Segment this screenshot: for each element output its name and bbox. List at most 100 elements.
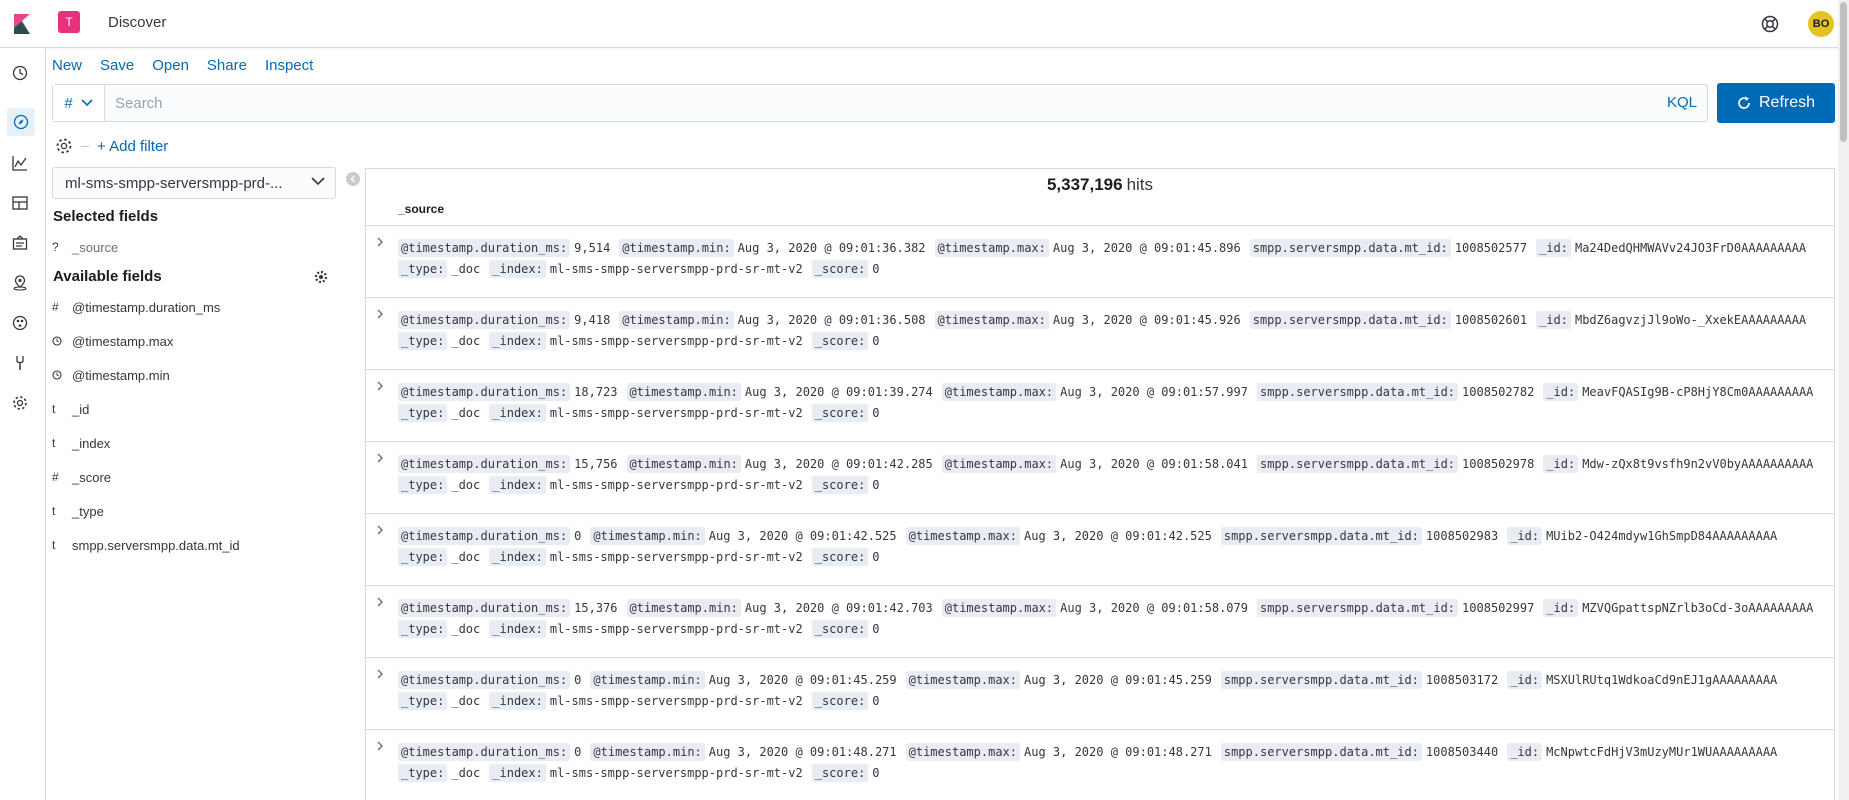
field-key: _index: (489, 260, 546, 278)
field-key: _score: (811, 404, 869, 422)
field-key: @timestamp.duration_ms: (398, 383, 571, 401)
field-key: smpp.serversmpp.data.mt_id: (1256, 383, 1459, 401)
field-key: @timestamp.duration_ms: (398, 455, 571, 473)
field-value: MSXUlRUtq1WdkoaCd9nEJ1gAAAAAAAAA (1546, 673, 1778, 687)
chevron-right-icon[interactable] (374, 380, 388, 394)
inspect-button[interactable]: Inspect (265, 57, 313, 77)
maps-icon[interactable] (9, 272, 31, 294)
table-row[interactable]: @timestamp.duration_ms: 9,418 @timestamp.m… (366, 298, 1834, 370)
field-value: Aug 3, 2020 @ 09:01:36.382 (737, 241, 926, 255)
new-button[interactable]: New (52, 57, 82, 77)
field-key: smpp.serversmpp.data.mt_id: (1249, 239, 1451, 257)
chevron-right-icon[interactable] (374, 308, 388, 322)
field-value: 1008503172 (1425, 673, 1499, 687)
user-avatar[interactable]: BO (1808, 11, 1834, 37)
available-field-item[interactable]: @timestamp.max (52, 331, 173, 351)
field-value: Aug 3, 2020 @ 09:01:48.271 (708, 745, 897, 759)
field-key: @timestamp.duration_ms: (398, 671, 571, 689)
document-source-line: _type: _doc _index: ml-sms-smpp-serversmpp-… (398, 692, 889, 710)
chevron-right-icon[interactable] (374, 740, 388, 754)
query-language-switcher[interactable]: # (53, 85, 105, 121)
field-value: 0 (574, 673, 582, 687)
help-icon[interactable] (1760, 14, 1780, 34)
field-key: @timestamp.min: (626, 383, 741, 401)
field-value: MbdZ6agvzjJl9oWo-_XxekEAAAAAAAAA (1574, 313, 1807, 327)
available-field-item[interactable]: t _type (52, 501, 104, 521)
available-field-item[interactable]: t _id (52, 399, 89, 419)
field-key: @timestamp.min: (626, 599, 741, 617)
save-button[interactable]: Save (100, 57, 134, 77)
index-pattern-select[interactable]: ml-sms-smpp-serversmpp-prd-... (52, 167, 336, 199)
available-field-item[interactable]: t smpp.serversmpp.data.mt_id (52, 535, 240, 555)
page-scrollbar[interactable] (1838, 0, 1849, 800)
table-row[interactable]: @timestamp.duration_ms: 15,376 @timestamp.… (366, 586, 1834, 658)
field-key: @timestamp.max: (934, 311, 1049, 329)
chevron-right-icon[interactable] (374, 596, 388, 610)
field-value: Aug 3, 2020 @ 09:01:45.259 (708, 673, 897, 687)
chevron-down-icon (81, 99, 93, 107)
field-key: _score: (811, 620, 869, 638)
search-input[interactable] (115, 85, 1595, 121)
chevron-right-icon[interactable] (374, 452, 388, 466)
available-field-item[interactable]: @timestamp.min (52, 365, 170, 385)
top-header: T Discover BO (0, 0, 1849, 48)
chevron-right-icon[interactable] (374, 524, 388, 538)
kql-toggle[interactable]: KQL (1667, 94, 1697, 111)
management-icon[interactable] (9, 392, 31, 414)
string-type-icon: t (52, 504, 56, 518)
table-row[interactable]: @timestamp.duration_ms: 0 @timestamp.min: A… (366, 658, 1834, 730)
available-field-item[interactable]: # @timestamp.duration_ms (52, 297, 220, 317)
table-row[interactable]: @timestamp.duration_ms: 9,514 @timestamp.m… (366, 226, 1834, 298)
available-field-item[interactable]: t _index (52, 433, 110, 453)
table-row[interactable]: @timestamp.duration_ms: 0 @timestamp.min: A… (366, 514, 1834, 586)
table-row[interactable]: @timestamp.duration_ms: 0 @timestamp.min: A… (366, 730, 1834, 800)
field-value: Aug 3, 2020 @ 09:01:42.285 (744, 457, 933, 471)
field-value: 15,756 (574, 457, 618, 471)
field-value: ml-sms-smpp-serversmpp-prd-sr-mt-v2 (549, 622, 803, 636)
gear-icon[interactable] (55, 137, 73, 155)
chevron-right-icon[interactable] (374, 236, 388, 250)
field-key: _index: (489, 764, 546, 782)
number-type-icon: # (52, 300, 59, 314)
visualize-icon[interactable] (9, 152, 31, 174)
dev-tools-icon[interactable] (9, 352, 31, 374)
share-button[interactable]: Share (207, 57, 247, 77)
refresh-icon (1738, 96, 1750, 109)
field-key: @timestamp.max: (934, 239, 1049, 257)
chevron-right-icon[interactable] (374, 668, 388, 682)
document-source-line: @timestamp.duration_ms: 9,514 @timestamp.m… (398, 239, 1815, 257)
clock-icon (52, 336, 62, 346)
field-name: _id (72, 401, 90, 417)
canvas-icon[interactable] (9, 232, 31, 254)
field-value: _doc (451, 334, 481, 348)
field-key: _index: (489, 692, 546, 710)
kibana-logo-icon[interactable] (10, 12, 34, 36)
open-button[interactable]: Open (152, 57, 189, 77)
recently-viewed-icon[interactable] (9, 62, 31, 84)
selected-field-item[interactable]: ? _source (52, 237, 118, 257)
collapse-sidebar-button[interactable] (346, 172, 360, 186)
dashboard-icon[interactable] (9, 192, 31, 214)
column-header-source[interactable]: _source (398, 202, 444, 216)
document-source-line: @timestamp.duration_ms: 15,376 @timestamp.… (398, 599, 1822, 617)
field-value: 0 (872, 262, 880, 276)
gear-icon[interactable] (314, 270, 328, 284)
discover-icon[interactable] (7, 108, 35, 136)
field-key: _type: (398, 260, 448, 278)
document-source-line: @timestamp.duration_ms: 0 @timestamp.min: A… (398, 671, 1786, 689)
refresh-button[interactable]: Refresh (1717, 83, 1835, 123)
page-title: Discover (108, 14, 167, 31)
document-source-line: @timestamp.duration_ms: 15,756 @timestamp.… (398, 455, 1822, 473)
field-key: @timestamp.max: (941, 383, 1057, 401)
field-value: _doc (451, 478, 481, 492)
document-source-line: @timestamp.duration_ms: 18,723 @timestamp.… (398, 383, 1822, 401)
query-bar: # KQL (52, 84, 1708, 122)
add-filter-button[interactable]: + Add filter (97, 138, 168, 155)
scrollbar-thumb[interactable] (1840, 2, 1847, 142)
available-field-item[interactable]: # _score (52, 467, 111, 487)
ml-icon[interactable] (9, 312, 31, 334)
table-row[interactable]: @timestamp.duration_ms: 15,756 @timestamp.… (366, 442, 1834, 514)
document-source-line: @timestamp.duration_ms: 0 @timestamp.min: A… (398, 527, 1786, 545)
space-avatar[interactable]: T (58, 11, 80, 33)
table-row[interactable]: @timestamp.duration_ms: 18,723 @timestamp.… (366, 370, 1834, 442)
